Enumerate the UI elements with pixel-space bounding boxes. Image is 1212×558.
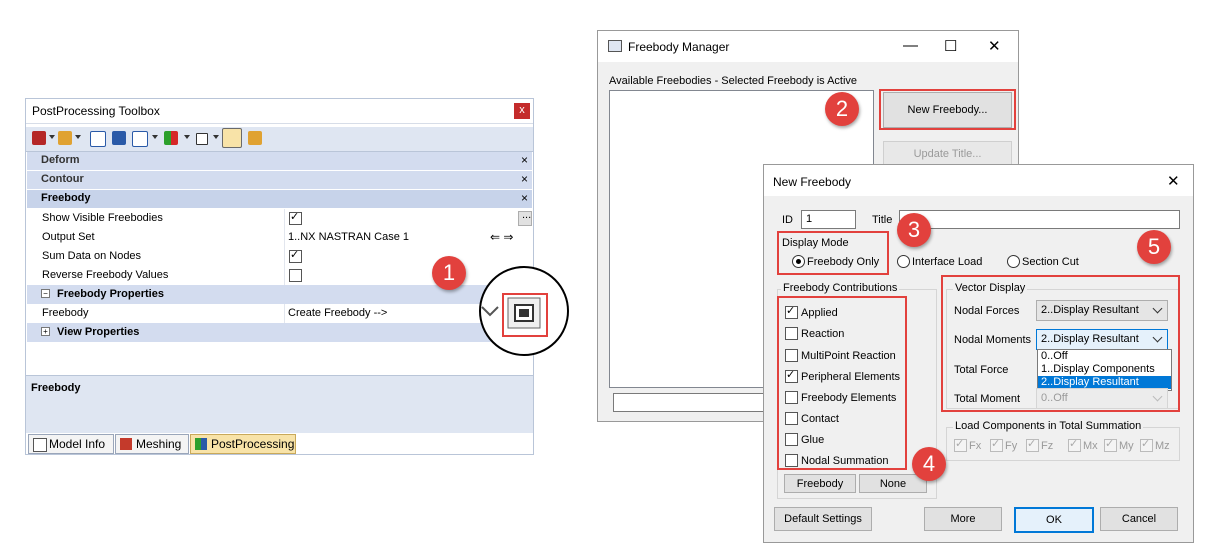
toolbox-close-button[interactable]: x: [514, 103, 530, 119]
brush-icon[interactable]: [248, 131, 262, 145]
close-icon[interactable]: ×: [521, 172, 528, 186]
collapse-icon[interactable]: −: [41, 289, 50, 298]
id-label: ID: [782, 214, 793, 226]
ellipsis-button[interactable]: ...: [518, 209, 532, 226]
id-input[interactable]: 1: [801, 210, 856, 229]
sum-data-on-nodes-checkbox[interactable]: [289, 248, 302, 263]
load-mz-checkbox[interactable]: [1140, 437, 1153, 452]
chevron-down-icon[interactable]: [75, 135, 81, 139]
window-icon: [608, 40, 622, 52]
reverse-freebody-values-checkbox[interactable]: [289, 269, 302, 282]
section-contour[interactable]: Contour ×: [27, 171, 532, 189]
tab-model-info[interactable]: Model Info: [28, 434, 114, 454]
tree-icon: [33, 438, 47, 452]
close-icon[interactable]: ×: [521, 191, 528, 205]
mode-interface-load-radio[interactable]: [897, 255, 910, 268]
freebody-manager-title: Freebody Manager: [628, 40, 730, 54]
row-output-set: Output Set 1..NX NASTRAN Case 1 ⇐ ⇒: [27, 228, 532, 248]
graph-icon[interactable]: [132, 131, 148, 147]
highlight-new-freebody: [879, 89, 1016, 130]
highlight-freebody-contributions: [777, 296, 907, 470]
deform-icon[interactable]: [32, 131, 46, 145]
callout-1: 1: [432, 256, 466, 290]
chevron-down-icon[interactable]: [184, 135, 190, 139]
nav-arrows-icon[interactable]: ⇐ ⇒: [490, 230, 513, 244]
highlight-freebody-tool: [502, 293, 548, 337]
mesh-icon: [120, 438, 132, 450]
close-icon[interactable]: ×: [521, 153, 528, 167]
toolbox-icon-bar: [26, 127, 533, 152]
title-label: Title: [872, 214, 893, 226]
close-icon[interactable]: ✕: [1167, 172, 1180, 190]
toolbox-title-bar: PostProcessing Toolbox x: [26, 99, 533, 124]
available-freebodies-caption: Available Freebodies - Selected Freebody…: [609, 75, 858, 87]
bracket-icon[interactable]: [90, 131, 106, 147]
chevron-down-icon[interactable]: [49, 135, 55, 139]
freebody-name-field[interactable]: [613, 393, 775, 412]
freebody-manager-title-bar: Freebody Manager — ☐ ✕: [598, 31, 1018, 62]
load-fy-checkbox[interactable]: [990, 437, 1003, 452]
element-list-icon[interactable]: [112, 131, 126, 145]
cancel-button[interactable]: Cancel: [1100, 507, 1178, 531]
freebody-value[interactable]: Create Freebody -->: [288, 307, 387, 319]
section-freebody[interactable]: Freebody ×: [27, 190, 532, 208]
row-freebody: Freebody Create Freebody -->: [27, 304, 532, 324]
tab-meshing[interactable]: Meshing: [115, 434, 189, 454]
tab-postprocessing[interactable]: PostProcessing: [190, 434, 296, 454]
toolbox-description-panel: Freebody: [26, 375, 533, 433]
folder-export-icon[interactable]: [58, 131, 72, 145]
toolbox-tab-strip: Model Info Meshing PostProcessing: [26, 433, 533, 454]
postprocessing-icon: [195, 438, 207, 450]
more-button[interactable]: More: [924, 507, 1002, 531]
load-fz-checkbox[interactable]: [1026, 437, 1039, 452]
ok-button[interactable]: OK: [1014, 507, 1094, 533]
new-freebody-title: New Freebody: [773, 175, 852, 189]
default-settings-button[interactable]: Default Settings: [774, 507, 872, 531]
toolbox-title: PostProcessing Toolbox: [32, 104, 160, 118]
contour-grid-icon[interactable]: [164, 131, 178, 145]
close-icon[interactable]: ✕: [988, 37, 1001, 55]
highlight-vector-display: [941, 275, 1180, 412]
show-visible-freebodies-checkbox[interactable]: [289, 210, 302, 225]
mode-section-cut-radio[interactable]: [1007, 255, 1020, 268]
highlight-display-mode: [777, 231, 889, 275]
output-set-value[interactable]: 1..NX NASTRAN Case 1: [288, 231, 409, 243]
title-input[interactable]: [899, 210, 1180, 229]
row-show-visible-freebodies: Show Visible Freebodies ...: [27, 209, 532, 229]
freebody-select-all-button[interactable]: Freebody: [784, 474, 856, 493]
chevron-down-icon[interactable]: [213, 135, 219, 139]
new-freebody-title-bar: New Freebody ✕: [764, 165, 1193, 196]
section-deform[interactable]: Deform ×: [27, 152, 532, 170]
callout-2: 2: [825, 92, 859, 126]
maximize-icon[interactable]: ☐: [944, 37, 957, 55]
load-mx-checkbox[interactable]: [1068, 437, 1081, 452]
freebody-tool-icon[interactable]: [222, 128, 242, 148]
chevron-down-icon[interactable]: [152, 135, 158, 139]
load-fx-checkbox[interactable]: [954, 437, 967, 452]
expand-icon[interactable]: +: [41, 327, 50, 336]
callout-4: 4: [912, 447, 946, 481]
square-icon[interactable]: [196, 133, 208, 145]
view-properties-group[interactable]: + View Properties: [27, 323, 532, 342]
load-my-checkbox[interactable]: [1104, 437, 1117, 452]
callout-3: 3: [897, 213, 931, 247]
minimize-icon[interactable]: —: [903, 37, 918, 54]
callout-5: 5: [1137, 230, 1171, 264]
